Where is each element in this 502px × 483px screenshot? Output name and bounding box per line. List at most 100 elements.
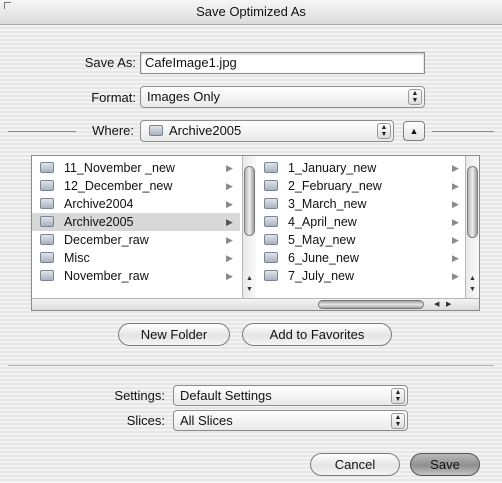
up-down-arrows-icon: ▲ ▼ — [391, 388, 405, 404]
horizontal-scroll-thumb[interactable] — [318, 300, 424, 309]
disclosure-triangle-icon: ▶ — [452, 235, 459, 245]
list-item[interactable]: 7_July_new ▶ — [256, 267, 464, 285]
up-directory-button[interactable]: ▲ — [403, 121, 425, 141]
folder-icon — [264, 162, 278, 173]
disclosure-triangle-icon: ▶ — [452, 163, 459, 173]
save-button[interactable]: Save — [410, 453, 480, 476]
folder-icon — [264, 252, 278, 263]
list-item-label: 6_June_new — [288, 251, 359, 265]
scroll-left-arrow-icon[interactable]: ◀ — [434, 299, 439, 310]
right-column-scrollbar[interactable]: ▲ ▼ — [465, 156, 479, 298]
scroll-up-arrow-icon[interactable]: ▲ — [244, 274, 255, 284]
list-item[interactable]: Archive2004 ▶ — [32, 195, 240, 213]
browser-column-right[interactable]: 1_January_new ▶ 2_February_new ▶ 3_March… — [256, 156, 464, 298]
folder-icon — [264, 216, 278, 227]
up-arrow-icon: ▲ — [409, 126, 419, 136]
disclosure-triangle-icon: ▶ — [226, 235, 233, 245]
window-title: Save Optimized As — [196, 4, 306, 19]
title-bar: Save Optimized As — [0, 0, 502, 25]
left-scroll-thumb[interactable] — [244, 166, 255, 236]
save-as-label: Save As: — [84, 55, 136, 70]
disclosure-triangle-icon: ▶ — [226, 271, 233, 281]
disclosure-triangle-icon: ▶ — [226, 163, 233, 173]
folder-icon — [40, 198, 54, 209]
slices-value: All Slices — [180, 413, 233, 428]
list-item-label: Archive2005 — [64, 215, 134, 229]
list-item[interactable]: 12_December_new ▶ — [32, 177, 240, 195]
where-value: Archive2005 — [169, 123, 242, 138]
disclosure-triangle-icon: ▶ — [226, 199, 233, 209]
settings-popup[interactable]: Default Settings ▲ ▼ — [173, 385, 408, 406]
list-item[interactable]: 3_March_new ▶ — [256, 195, 464, 213]
slices-popup[interactable]: All Slices ▲ ▼ — [173, 410, 408, 431]
list-item[interactable]: 6_June_new ▶ — [256, 249, 464, 267]
scroll-down-arrow-icon[interactable]: ▼ — [467, 285, 478, 295]
up-down-arrows-icon: ▲ ▼ — [377, 123, 391, 139]
disclosure-triangle-icon: ▶ — [452, 181, 459, 191]
slices-label: Slices: — [126, 413, 165, 428]
cancel-button[interactable]: Cancel — [310, 453, 400, 476]
folder-icon — [40, 180, 54, 191]
left-column-scrollbar[interactable]: ▲ ▼ — [242, 156, 256, 298]
list-item[interactable]: December_raw ▶ — [32, 231, 240, 249]
format-label: Format: — [91, 90, 136, 105]
list-item[interactable]: Misc ▶ — [32, 249, 240, 267]
folder-icon — [264, 198, 278, 209]
list-item-label: Misc — [64, 251, 90, 265]
list-item[interactable]: 2_February_new ▶ — [256, 177, 464, 195]
where-popup[interactable]: Archive2005 ▲ ▼ — [140, 120, 394, 142]
folder-icon — [40, 252, 54, 263]
list-item-label: 2_February_new — [288, 179, 382, 193]
disclosure-triangle-icon: ▶ — [452, 217, 459, 227]
list-item-label: 4_April_new — [288, 215, 357, 229]
list-item-label: 12_December_new — [64, 179, 173, 193]
list-item-label: 3_March_new — [288, 197, 367, 211]
folder-icon — [149, 125, 163, 136]
scroll-up-arrow-icon[interactable]: ▲ — [467, 274, 478, 284]
list-item-label: 1_January_new — [288, 161, 377, 175]
where-label: Where: — [92, 123, 134, 138]
list-item[interactable]: 1_January_new ▶ — [256, 159, 464, 177]
disclosure-triangle-icon: ▶ — [226, 253, 233, 263]
list-item[interactable]: November_raw ▶ — [32, 267, 240, 285]
folder-icon — [264, 270, 278, 281]
scroll-right-arrow-icon[interactable]: ▶ — [446, 299, 451, 310]
disclosure-triangle-icon: ▶ — [452, 271, 459, 281]
folder-icon — [40, 234, 54, 245]
list-item-label: 11_November _new — [64, 161, 175, 175]
format-value: Images Only — [147, 89, 220, 104]
disclosure-triangle-icon: ▶ — [452, 253, 459, 263]
folder-icon — [40, 216, 54, 227]
list-item-label: 5_May_new — [288, 233, 356, 247]
window-corner-mark — [4, 2, 11, 9]
list-item[interactable]: 5_May_new ▶ — [256, 231, 464, 249]
new-folder-button[interactable]: New Folder — [118, 323, 230, 346]
settings-value: Default Settings — [180, 388, 272, 403]
folder-icon — [264, 180, 278, 191]
folder-icon — [264, 234, 278, 245]
where-divider-left — [8, 131, 76, 132]
list-item-label: 7_July_new — [288, 269, 355, 283]
add-to-favorites-button[interactable]: Add to Favorites — [242, 323, 392, 346]
list-item-label: Archive2004 — [64, 197, 134, 211]
up-down-arrows-icon: ▲ ▼ — [391, 413, 405, 429]
disclosure-triangle-icon: ▶ — [226, 217, 233, 227]
folder-icon — [40, 270, 54, 281]
folder-icon — [40, 162, 54, 173]
disclosure-triangle-icon: ▶ — [226, 181, 233, 191]
list-item-label: December_raw — [64, 233, 149, 247]
list-item[interactable]: 11_November _new ▶ — [32, 159, 240, 177]
file-browser[interactable]: 11_November _new ▶ 12_December_new ▶ Arc… — [31, 155, 480, 311]
format-popup[interactable]: Images Only ▲ ▼ — [140, 86, 425, 108]
up-down-arrows-icon: ▲ ▼ — [408, 89, 422, 105]
browser-column-left[interactable]: 11_November _new ▶ 12_December_new ▶ Arc… — [32, 156, 240, 298]
where-divider-right — [432, 131, 494, 132]
settings-label: Settings: — [114, 388, 165, 403]
section-divider — [8, 365, 494, 366]
save-as-field[interactable]: CafeImage1.jpg — [140, 52, 425, 74]
browser-horizontal-scrollbar[interactable]: ◀ ▶ — [32, 298, 479, 310]
list-item-selected[interactable]: Archive2005 ▶ — [32, 213, 240, 231]
list-item[interactable]: 4_April_new ▶ — [256, 213, 464, 231]
right-scroll-thumb[interactable] — [467, 166, 478, 238]
scroll-down-arrow-icon[interactable]: ▼ — [244, 285, 255, 295]
